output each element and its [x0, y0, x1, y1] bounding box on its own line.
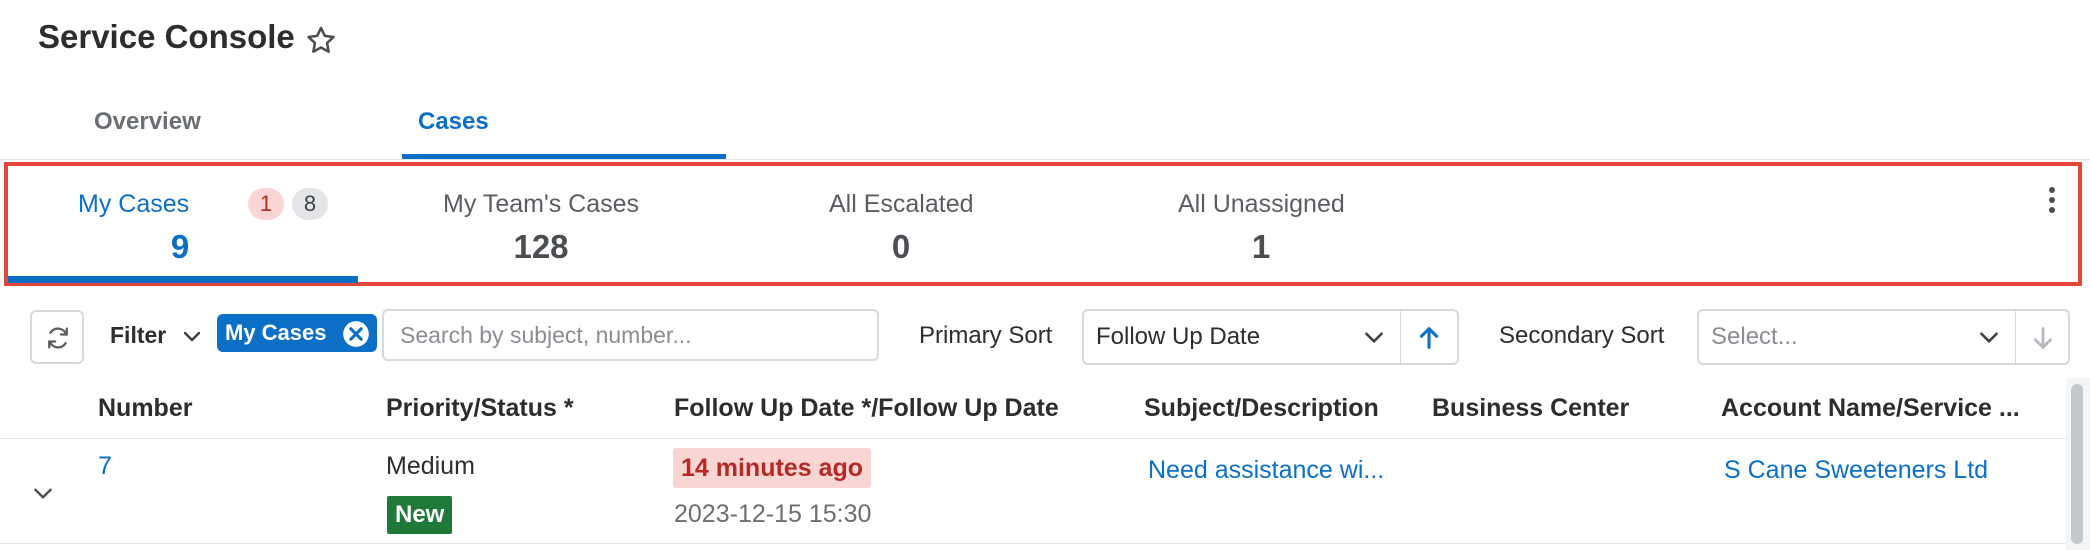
expand-row-icon[interactable]: [30, 480, 56, 506]
secondary-sort-label: Secondary Sort: [1499, 322, 1665, 349]
filter-toggle[interactable]: Filter: [110, 322, 166, 349]
tab-cases[interactable]: Cases: [418, 108, 489, 136]
status-badge: New: [387, 496, 453, 534]
follow-up-date: 2023-12-15 15:30: [674, 500, 872, 528]
secondary-sort-direction-button[interactable]: [2016, 309, 2070, 365]
dashlet-label: My Team's Cases: [443, 190, 640, 218]
row-divider: [0, 543, 2066, 544]
account-name-link[interactable]: S Cane Sweeteners Ltd: [1724, 456, 1988, 485]
chevron-down-icon[interactable]: [180, 324, 204, 348]
priority-value: Medium: [386, 452, 475, 480]
primary-sort-value: Follow Up Date: [1096, 323, 1261, 350]
primary-sort-direction-button[interactable]: [1401, 309, 1459, 365]
star-icon[interactable]: [304, 24, 338, 58]
dashlet-label: All Escalated: [829, 190, 974, 218]
column-header-subject[interactable]: Subject/Description: [1144, 394, 1379, 423]
column-header-priority-status[interactable]: Priority/Status *: [386, 394, 574, 423]
dashlet-count: 0: [891, 228, 911, 265]
filter-pill-label: My Cases: [225, 320, 327, 345]
dashlet-count: 128: [513, 228, 569, 265]
tab-overview[interactable]: Overview: [94, 108, 201, 136]
refresh-button[interactable]: [30, 310, 84, 364]
arrow-up-icon: [1419, 327, 1439, 349]
page-title: Service Console: [38, 18, 295, 55]
dashlet-count: 1: [1251, 228, 1271, 265]
dashlet-highlight-frame: [4, 162, 2082, 286]
remove-filter-icon[interactable]: [342, 320, 370, 348]
total-count-badge: 8: [292, 188, 328, 220]
tabs-divider: [0, 159, 2090, 160]
chevron-down-icon[interactable]: [1361, 324, 1387, 350]
dashlet-label: All Unassigned: [1178, 190, 1345, 218]
case-number-link[interactable]: 7: [98, 452, 112, 481]
primary-sort-select[interactable]: Follow Up Date: [1082, 309, 1402, 365]
active-dashlet-indicator: [8, 276, 358, 283]
more-options-icon[interactable]: [2040, 184, 2064, 216]
table-header-divider: [0, 438, 2066, 439]
subject-link[interactable]: Need assistance wi...: [1148, 456, 1384, 485]
primary-sort-label: Primary Sort: [919, 322, 1053, 349]
overdue-count-badge: 1: [248, 188, 284, 220]
column-header-number[interactable]: Number: [98, 394, 192, 423]
column-header-follow-up-date[interactable]: Follow Up Date */Follow Up Date: [674, 394, 1059, 423]
follow-up-relative-badge: 14 minutes ago: [673, 448, 871, 488]
arrow-down-icon: [2034, 327, 2052, 349]
dashlet-label: My Cases: [78, 190, 190, 218]
column-header-business-center[interactable]: Business Center: [1432, 394, 1629, 423]
scrollbar-thumb[interactable]: [2071, 384, 2083, 544]
dashlet-count: 9: [170, 228, 190, 265]
refresh-icon: [48, 327, 68, 349]
search-input[interactable]: [382, 309, 879, 361]
secondary-sort-select[interactable]: Select...: [1697, 309, 2017, 365]
secondary-sort-placeholder: Select...: [1711, 323, 1798, 350]
chevron-down-icon[interactable]: [1976, 324, 2002, 350]
column-header-account-name[interactable]: Account Name/Service ...: [1721, 394, 2020, 423]
